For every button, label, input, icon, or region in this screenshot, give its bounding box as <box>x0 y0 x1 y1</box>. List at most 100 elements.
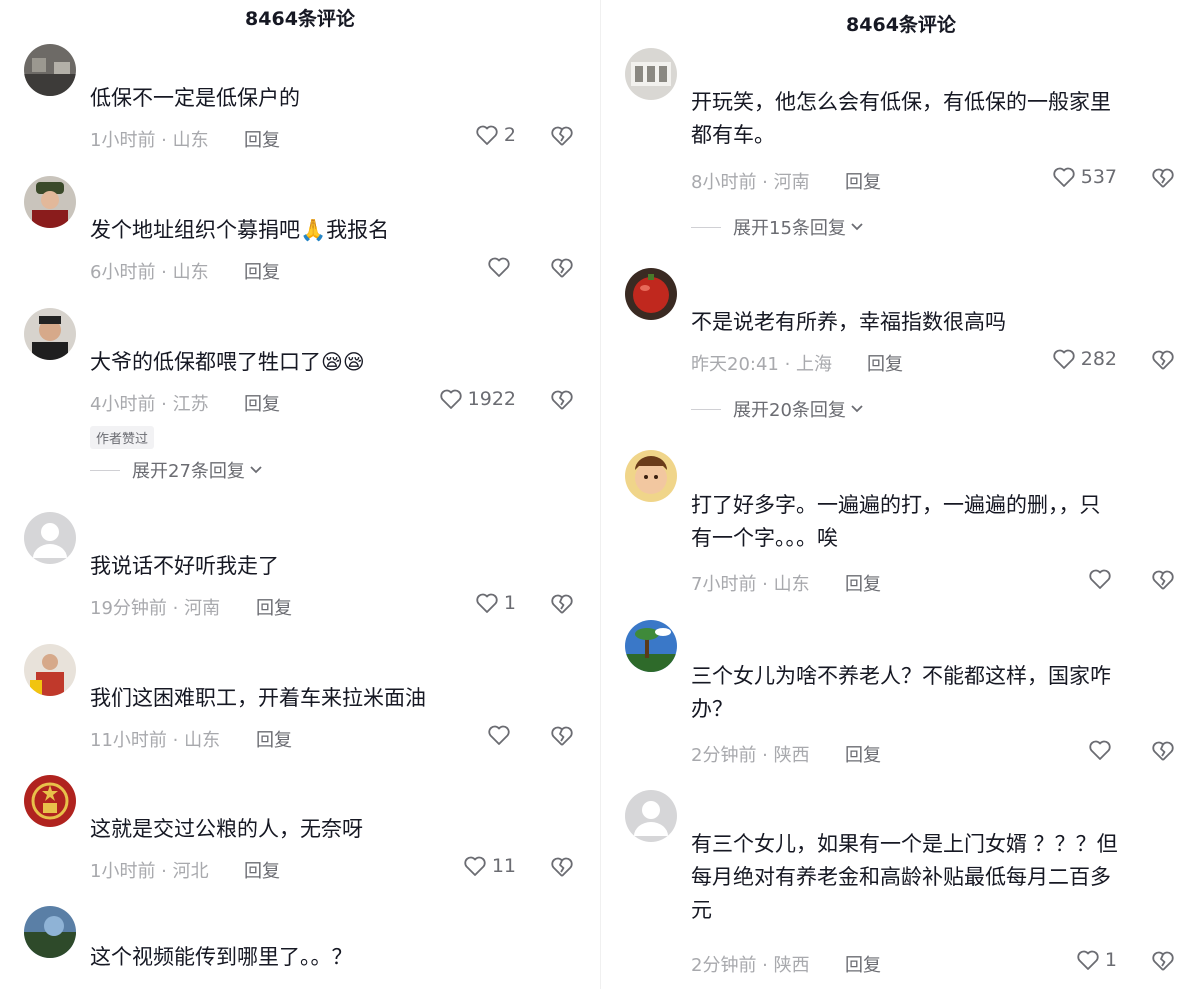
reply-button[interactable]: 回复 <box>244 258 280 284</box>
comment-meta: 11小时前 · 山东 <box>90 730 221 751</box>
comment-text: 我说话不好听我走了 <box>90 554 279 578</box>
heart-outline-icon <box>1089 740 1111 760</box>
avatar[interactable] <box>24 775 76 827</box>
reply-button[interactable]: 回复 <box>256 726 292 752</box>
like-count: 2 <box>503 124 516 146</box>
like-button[interactable]: 1922 <box>439 388 516 410</box>
reply-button[interactable]: 回复 <box>845 168 881 194</box>
heart-outline-icon <box>439 389 462 409</box>
dislike-button[interactable] <box>550 124 574 148</box>
divider <box>691 408 721 410</box>
comment-text: 我们这困难职工，开着车来拉米面油 <box>90 686 426 710</box>
like-count: 1 <box>1104 949 1117 971</box>
like-button[interactable]: 1 <box>475 592 516 614</box>
comment-meta: 1小时前 · 河北 <box>90 861 209 882</box>
dislike-button[interactable] <box>550 388 574 412</box>
reply-button[interactable]: 回复 <box>256 594 292 620</box>
heart-outline-icon <box>476 593 498 613</box>
like-count: 11 <box>491 855 516 877</box>
like-count: 282 <box>1080 348 1117 370</box>
reply-button[interactable]: 回复 <box>867 350 903 376</box>
comment-meta: 6小时前 · 山东 <box>90 262 209 283</box>
dislike-button[interactable] <box>550 855 574 879</box>
like-button[interactable] <box>1088 568 1117 590</box>
comment-text: 不是说老有所养，幸福指数很高吗 <box>691 306 1006 339</box>
comment-text-line: 三个女儿为啥不养老人？不能都这样，国家咋 <box>691 664 1111 688</box>
comment-count-title: 8464条评论 <box>846 14 956 36</box>
avatar[interactable] <box>24 644 76 696</box>
dislike-button[interactable] <box>550 256 574 280</box>
avatar[interactable] <box>625 790 677 842</box>
comment-text-line: 开玩笑，他怎么会有低保，有低保的一般家里 <box>691 90 1111 114</box>
broken-heart-icon <box>551 126 573 146</box>
reply-button[interactable]: 回复 <box>244 857 280 883</box>
like-button[interactable] <box>487 724 516 746</box>
comment-text-line: 不是说老有所养，幸福指数很高吗 <box>691 310 1006 334</box>
dislike-button[interactable] <box>1151 348 1175 372</box>
avatar[interactable] <box>625 620 677 672</box>
chevron-down-icon <box>851 405 863 413</box>
heart-outline-icon <box>1089 569 1111 589</box>
divider <box>691 226 721 228</box>
comment-text-line: 打了好多字。一遍遍的打，一遍遍的删，，只 <box>691 493 1101 517</box>
like-button[interactable] <box>1088 739 1117 761</box>
broken-heart-icon <box>551 726 573 746</box>
comment-meta: 1小时前 · 山东 <box>90 130 209 151</box>
reply-button[interactable]: 回复 <box>845 741 881 767</box>
reply-button[interactable]: 回复 <box>244 126 280 152</box>
avatar[interactable] <box>24 512 76 564</box>
comment-meta: 2分钟前 · 陕西 <box>691 745 810 766</box>
like-button[interactable]: 1 <box>1076 949 1117 971</box>
heart-outline-icon <box>488 725 510 745</box>
avatar[interactable] <box>24 308 76 360</box>
comment-text-line: 有一个字。。。唉 <box>691 526 838 550</box>
heart-outline-icon <box>488 257 510 277</box>
avatar[interactable] <box>625 48 677 100</box>
expand-replies-label: 展开15条回复 <box>733 218 846 239</box>
like-count: 1 <box>503 592 516 614</box>
comment-panel-left: 8464条评论 低保不一定是低保户的 1小时前 · 山东 回复 2 发个地址组织… <box>0 0 600 989</box>
comment-text: 有三个女儿，如果有一个是上门女婿 ？？？但 每月绝对有养老金和高龄补贴最低每月二… <box>691 828 1118 927</box>
broken-heart-icon <box>1152 168 1174 188</box>
comment-text-line: 每月绝对有养老金和高龄补贴最低每月二百多 <box>691 865 1111 889</box>
like-button[interactable]: 537 <box>1052 166 1117 188</box>
reply-button[interactable]: 回复 <box>845 951 881 977</box>
dislike-button[interactable] <box>550 724 574 748</box>
broken-heart-icon <box>551 857 573 877</box>
dislike-button[interactable] <box>1151 166 1175 190</box>
comment-meta: 7小时前 · 山东 <box>691 574 810 595</box>
comment-meta: 2分钟前 · 陕西 <box>691 955 810 976</box>
comment-text-line: 有三个女儿，如果有一个是上门女婿 ？？？但 <box>691 832 1118 856</box>
broken-heart-icon <box>551 390 573 410</box>
like-count: 1922 <box>467 388 516 410</box>
comment-text-line: 都有车。 <box>691 123 775 147</box>
dislike-button[interactable] <box>550 592 574 616</box>
reply-button[interactable]: 回复 <box>244 390 280 416</box>
broken-heart-icon <box>1152 741 1174 761</box>
comment-text: 打了好多字。一遍遍的打，一遍遍的删，，只 有一个字。。。唉 <box>691 489 1101 555</box>
avatar[interactable] <box>625 268 677 320</box>
broken-heart-icon <box>1152 951 1174 971</box>
expand-replies-button[interactable]: 展开15条回复 <box>691 214 864 240</box>
reply-button[interactable]: 回复 <box>845 570 881 596</box>
comment-text-line: 办？ <box>691 697 733 721</box>
broken-heart-icon <box>551 594 573 614</box>
broken-heart-icon <box>1152 570 1174 590</box>
dislike-button[interactable] <box>1151 949 1175 973</box>
expand-replies-button[interactable]: 展开20条回复 <box>691 396 864 422</box>
comment-text: 这就是交过公粮的人，无奈呀 <box>90 817 363 841</box>
avatar[interactable] <box>24 44 76 96</box>
broken-heart-icon <box>551 258 573 278</box>
like-button[interactable] <box>487 256 516 278</box>
heart-outline-icon <box>1053 349 1075 369</box>
like-button[interactable]: 2 <box>475 124 516 146</box>
expand-replies-button[interactable]: 展开27条回复 <box>90 457 263 483</box>
like-button[interactable]: 282 <box>1052 348 1117 370</box>
avatar[interactable] <box>625 450 677 502</box>
dislike-button[interactable] <box>1151 568 1175 592</box>
avatar[interactable] <box>24 176 76 228</box>
like-button[interactable]: 11 <box>463 855 516 877</box>
avatar[interactable] <box>24 906 76 958</box>
comment-meta: 19分钟前 · 河南 <box>90 598 221 619</box>
dislike-button[interactable] <box>1151 739 1175 763</box>
